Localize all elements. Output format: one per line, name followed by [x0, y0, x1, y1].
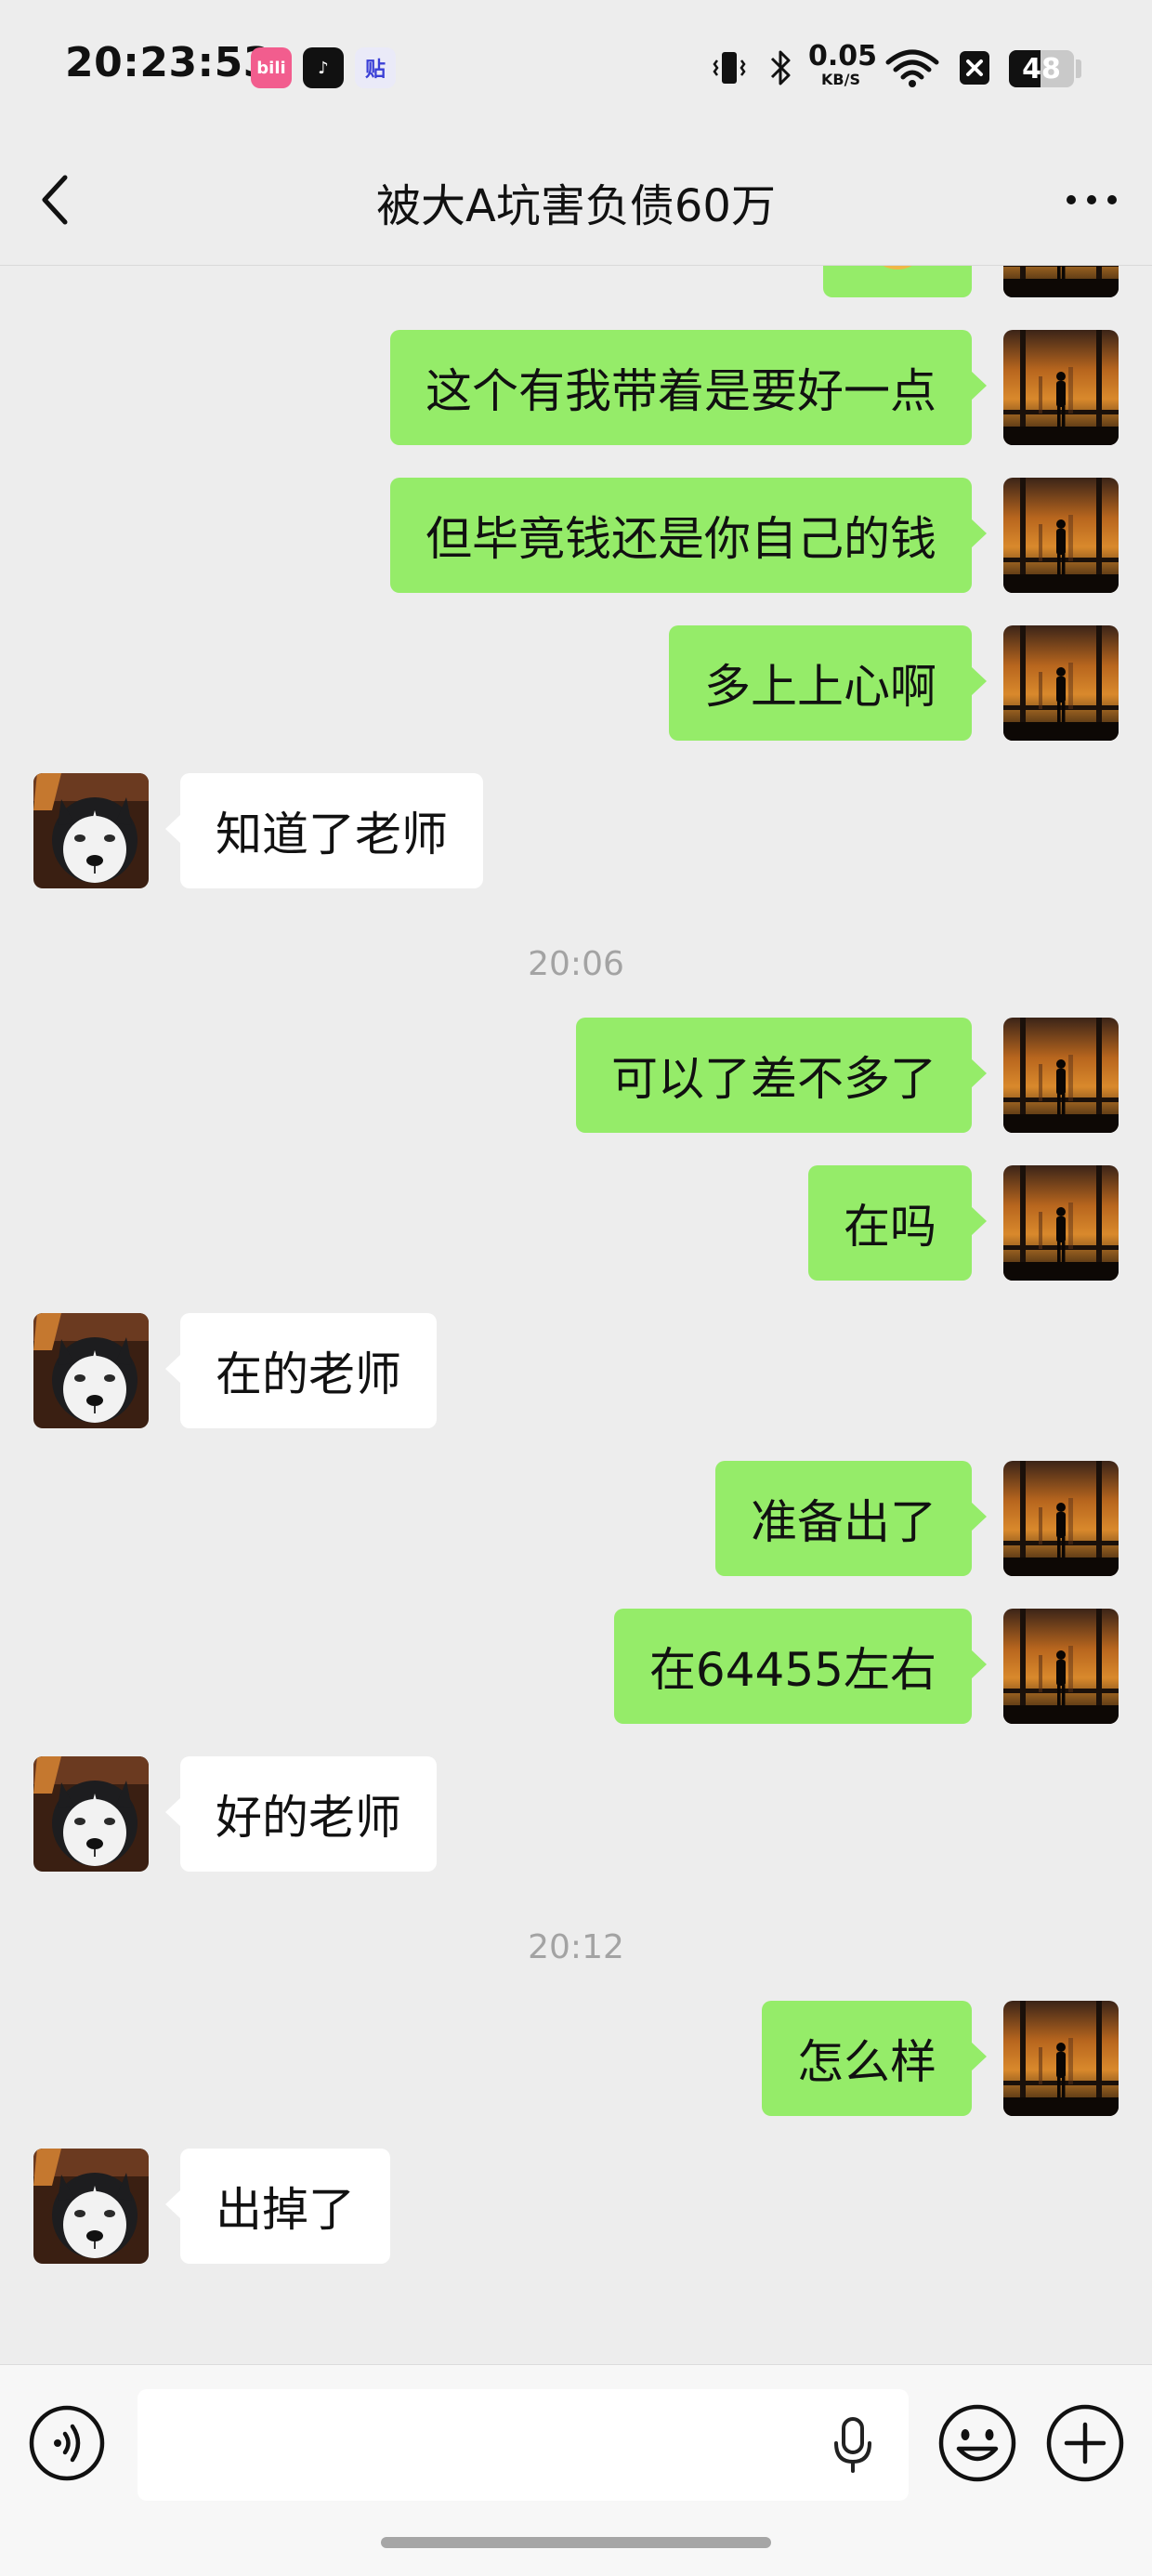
- message-row-other: 好的老师: [0, 1756, 1152, 1872]
- message-row-self: 可以了差不多了: [0, 1018, 1152, 1133]
- text-message-bubble[interactable]: 出掉了: [165, 2149, 390, 2264]
- text-message-bubble[interactable]: 可以了差不多了: [576, 1018, 987, 1133]
- contact-avatar[interactable]: [33, 1313, 149, 1428]
- sticker-message-bubble[interactable]: [823, 266, 972, 297]
- more-functions-button[interactable]: [1044, 2402, 1126, 2484]
- status-time: 20:23:53: [65, 39, 272, 86]
- my-avatar[interactable]: [1003, 330, 1119, 445]
- my-avatar[interactable]: [1003, 266, 1119, 297]
- more-button[interactable]: [1050, 172, 1133, 228]
- my-avatar[interactable]: [1003, 478, 1119, 593]
- microphone-icon: [834, 2417, 871, 2473]
- battery-cap: [1076, 59, 1081, 78]
- vibrate-icon: [706, 45, 753, 91]
- message-input[interactable]: [137, 2389, 909, 2501]
- message-row-self: 多上上心啊: [0, 625, 1152, 741]
- my-avatar[interactable]: [1003, 1165, 1119, 1281]
- battery-indicator: 48: [1009, 50, 1074, 87]
- emoji-button[interactable]: [936, 2402, 1018, 2484]
- message-row-other: 知道了老师: [0, 773, 1152, 888]
- chat-header: 被大A坑害负债60万: [0, 139, 1152, 266]
- no-sim-icon: [951, 45, 998, 91]
- network-speed-unit: KB/S: [821, 71, 860, 88]
- message-timestamp: 20:06: [528, 945, 624, 983]
- network-speed-value: 0.05: [808, 40, 878, 72]
- text-message-bubble[interactable]: 但毕竟钱还是你自己的钱: [390, 478, 987, 593]
- contact-avatar[interactable]: [33, 1756, 149, 1872]
- message-timestamp: 20:12: [528, 1928, 624, 1966]
- tieba-app-icon: 贴: [355, 47, 396, 88]
- my-avatar[interactable]: [1003, 2001, 1119, 2116]
- text-message-bubble[interactable]: 好的老师: [165, 1756, 437, 1872]
- my-avatar[interactable]: [1003, 625, 1119, 741]
- doge-emoji-icon: [883, 266, 912, 269]
- chevron-left-icon: [42, 175, 68, 225]
- text-message-bubble[interactable]: 怎么样: [762, 2001, 987, 2116]
- message-row-self: [0, 266, 1152, 297]
- message-row-self: 怎么样: [0, 2001, 1152, 2116]
- contact-avatar[interactable]: [33, 773, 149, 888]
- wifi-icon: [883, 45, 942, 91]
- chat-title: 被大A坑害负债60万: [376, 180, 776, 232]
- text-message-bubble[interactable]: 在吗: [808, 1165, 987, 1281]
- home-indicator[interactable]: [381, 2537, 771, 2548]
- my-avatar[interactable]: [1003, 1018, 1119, 1133]
- text-message-bubble[interactable]: 多上上心啊: [669, 625, 987, 741]
- bilibili-app-icon: bili: [251, 47, 292, 88]
- text-message-bubble[interactable]: 在的老师: [165, 1313, 437, 1428]
- back-button[interactable]: [28, 167, 84, 232]
- message-row-self: 准备出了: [0, 1461, 1152, 1576]
- plus-icon: [1046, 2404, 1124, 2482]
- my-avatar[interactable]: [1003, 1461, 1119, 1576]
- message-row-self: 这个有我带着是要好一点: [0, 330, 1152, 445]
- douyin-app-icon: ♪: [303, 47, 344, 88]
- text-message-bubble[interactable]: 在64455左右: [613, 1609, 988, 1724]
- text-message-bubble[interactable]: 知道了老师: [165, 773, 483, 888]
- status-bar: 20:23:53 bili ♪ 贴 0.05 KB/S 48: [0, 0, 1152, 139]
- message-row-other: 在的老师: [0, 1313, 1152, 1428]
- battery-level: 48: [1022, 52, 1061, 85]
- message-row-self: 但毕竟钱还是你自己的钱: [0, 478, 1152, 593]
- bluetooth-icon: [762, 45, 799, 91]
- message-row-self: 在64455左右: [0, 1609, 1152, 1724]
- wechat-chat-screen: 20:23:53 bili ♪ 贴 0.05 KB/S 48 被大A坑害负债60…: [0, 0, 1152, 2576]
- network-speed: 0.05 KB/S: [808, 40, 878, 88]
- contact-avatar[interactable]: [33, 2149, 149, 2264]
- message-row-self: 在吗: [0, 1165, 1152, 1281]
- my-avatar[interactable]: [1003, 1609, 1119, 1724]
- text-message-bubble[interactable]: 这个有我带着是要好一点: [390, 330, 987, 445]
- message-list[interactable]: 这个有我带着是要好一点 但毕竟钱还是你自己的钱多上上心啊知道了老师 20:06 可以了…: [0, 266, 1152, 2364]
- message-row-other: 出掉了: [0, 2149, 1152, 2264]
- voice-input-button[interactable]: [28, 2404, 106, 2482]
- voice-icon: [29, 2405, 105, 2481]
- more-dots-icon: [1067, 195, 1117, 204]
- microphone-button[interactable]: [825, 2415, 881, 2475]
- emoji-icon: [938, 2404, 1016, 2482]
- text-message-bubble[interactable]: 准备出了: [715, 1461, 987, 1576]
